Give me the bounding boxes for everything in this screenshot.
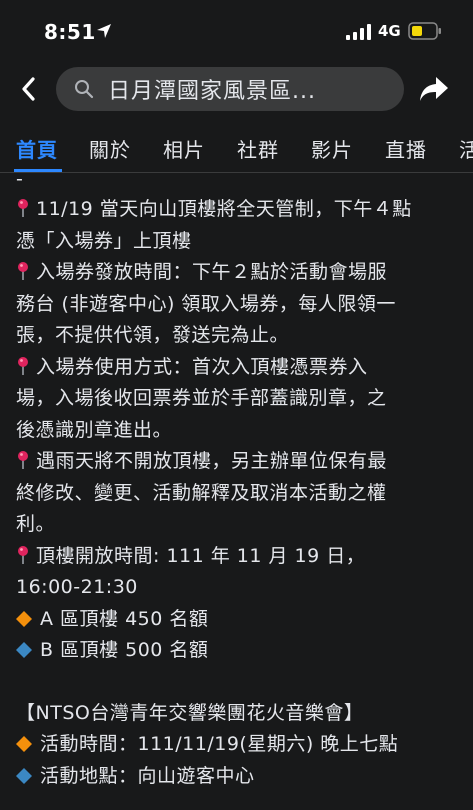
post-line: 入場券使用方式：首次入頂樓憑票券入 — [16, 352, 466, 384]
post-line: 活動時間：111/11/19(星期六) 晚上七點 — [16, 729, 466, 761]
post-line: 利。 — [16, 513, 56, 535]
tab-community[interactable]: 社群 — [237, 134, 279, 163]
post-text: A 區頂樓 450 名額 — [40, 607, 209, 630]
tab-photos[interactable]: 相片 — [163, 134, 205, 163]
back-button[interactable] — [12, 72, 46, 106]
status-time: 8:51 — [44, 20, 96, 44]
tab-about[interactable]: 關於 — [89, 134, 131, 163]
post-text: 頂樓開放時間: 111 年 11 月 19 日， — [36, 544, 366, 567]
battery-icon — [408, 22, 441, 40]
post-line: A 區頂樓 450 名額 — [16, 604, 466, 636]
separator-dash: - — [16, 168, 24, 190]
post-text: B 區頂樓 500 名額 — [40, 639, 209, 661]
chevron-left-icon — [22, 77, 35, 101]
post-content: - 11/19 當天向山頂樓將全天管制，下午４點 憑「入場券」上頂樓 入場券發放… — [16, 168, 466, 793]
post-line: 16:00-21:30 — [16, 576, 138, 598]
round-pushpin-icon — [18, 262, 28, 280]
orange-diamond-icon — [16, 736, 32, 752]
location-arrow-icon — [97, 24, 111, 38]
tab-videos[interactable]: 影片 — [311, 134, 353, 163]
post-line: 活動地點：向山遊客中心 — [16, 761, 466, 793]
network-type: 4G — [378, 22, 401, 40]
post-text: 入場券發放時間：下午２點於活動會場服 — [36, 261, 388, 283]
status-bar: 8:51 4G — [0, 0, 473, 60]
round-pushpin-icon — [18, 199, 28, 217]
post-text: 活動時間：111/11/19(星期六) 晚上七點 — [40, 733, 399, 755]
share-arrow-icon — [420, 77, 448, 101]
post-line: 務台 (非遊客中心) 領取入場券，每人限領一 — [16, 292, 396, 315]
post-line: 場，入場後收回票券並於手部蓋識別章，之 — [16, 387, 387, 409]
post-text: 入場券使用方式：首次入頂樓憑票券入 — [36, 355, 368, 378]
round-pushpin-icon — [18, 451, 28, 469]
post-line: 後憑識別章進出。 — [16, 418, 173, 441]
page-title: 日月潭國家風景區... — [108, 79, 316, 104]
tab-home[interactable]: 首頁 — [16, 134, 58, 163]
round-pushpin-icon — [18, 545, 28, 564]
share-button[interactable] — [416, 72, 452, 106]
post-line: 遇雨天將不開放頂樓，另主辦單位保有最 — [16, 446, 466, 478]
tab-live[interactable]: 直播 — [385, 134, 427, 163]
post-text: 活動地點：向山遊客中心 — [40, 764, 255, 787]
tab-events[interactable]: 活 — [459, 134, 473, 163]
signal-bars-icon — [346, 24, 371, 40]
post-line: 憑「入場券」上頂樓 — [16, 229, 192, 252]
blue-diamond-icon — [16, 767, 32, 784]
post-line: 入場券發放時間：下午２點於活動會場服 — [16, 257, 466, 289]
post-text: 遇雨天將不開放頂樓，另主辦單位保有最 — [36, 450, 388, 472]
post-text: 11/19 當天向山頂樓將全天管制，下午４點 — [36, 198, 412, 220]
post-line: 11/19 當天向山頂樓將全天管制，下午４點 — [16, 194, 466, 226]
search-icon — [75, 80, 94, 99]
navigation-bar: 日月潭國家風景區... — [0, 60, 473, 118]
page-tabs: 首頁 關於 相片 社群 影片 直播 活 — [0, 120, 473, 173]
post-line: 頂樓開放時間: 111 年 11 月 19 日， — [16, 541, 466, 573]
orange-diamond-icon — [16, 610, 32, 627]
post-line: 張，不提供代領，發送完為止。 — [16, 324, 290, 346]
post-line: B 區頂樓 500 名額 — [16, 635, 466, 667]
search-bar[interactable]: 日月潭國家風景區... — [56, 67, 404, 111]
blue-diamond-icon — [16, 642, 32, 658]
round-pushpin-icon — [18, 356, 28, 375]
post-line: 【NTSO台灣青年交響樂團花火音樂會】 — [16, 701, 364, 724]
post-line: 終修改、變更、活動解釋及取消本活動之權 — [16, 481, 387, 504]
